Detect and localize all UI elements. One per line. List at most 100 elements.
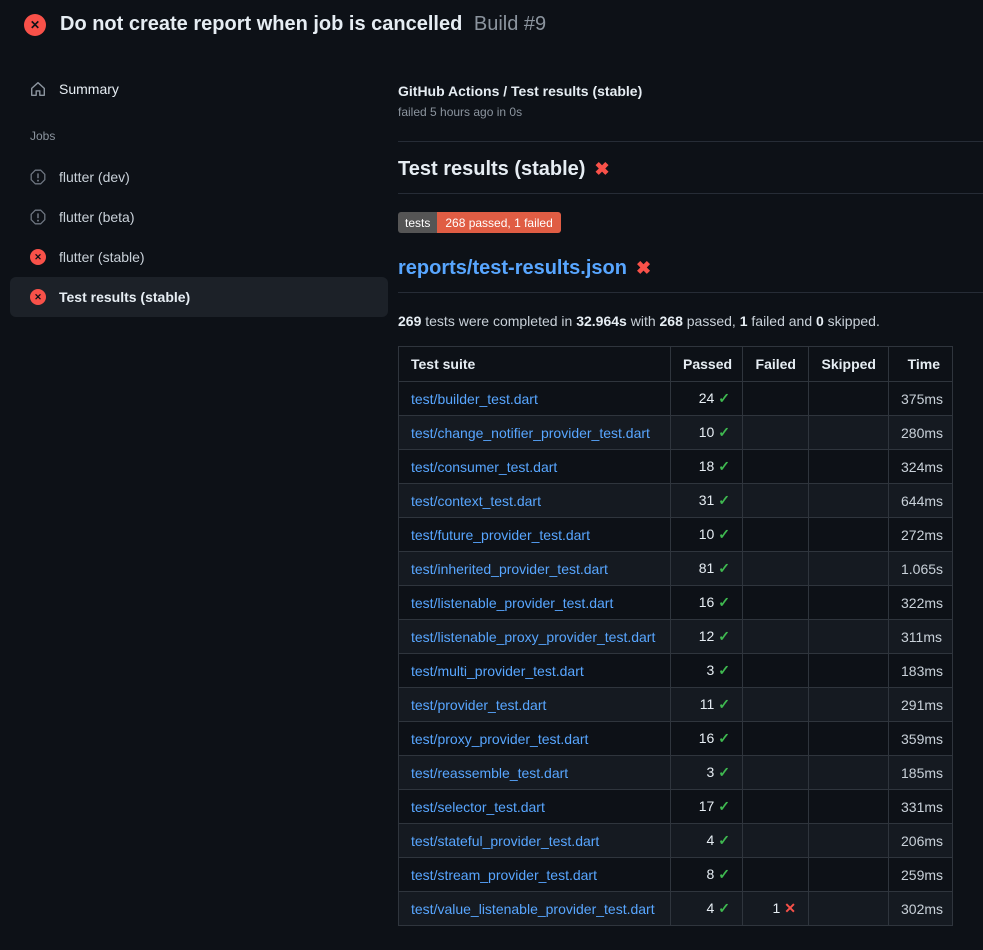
failed-cell xyxy=(743,858,809,892)
failed-cell xyxy=(743,722,809,756)
passed-count: 8 xyxy=(706,866,714,882)
test-suite-link[interactable]: test/selector_test.dart xyxy=(411,799,545,815)
passed-count: 3 xyxy=(706,764,714,780)
summary-segment: with xyxy=(627,313,660,329)
test-suite-link[interactable]: test/stream_provider_test.dart xyxy=(411,867,597,883)
test-suite-link[interactable]: test/stateful_provider_test.dart xyxy=(411,833,599,849)
passed-cell: 24✓ xyxy=(671,382,743,416)
table-row: test/listenable_provider_test.dart16✓322… xyxy=(399,586,953,620)
suite-cell: test/stateful_provider_test.dart xyxy=(399,824,671,858)
job-status-line: failed 5 hours ago in 0s xyxy=(398,105,983,119)
summary-segment: 269 xyxy=(398,313,421,329)
failed-cell xyxy=(743,552,809,586)
passed-count: 16 xyxy=(699,730,715,746)
suite-cell: test/inherited_provider_test.dart xyxy=(399,552,671,586)
passed-cell: 12✓ xyxy=(671,620,743,654)
test-suite-link[interactable]: test/listenable_provider_test.dart xyxy=(411,595,613,611)
test-suite-link[interactable]: test/inherited_provider_test.dart xyxy=(411,561,608,577)
check-icon: ✓ xyxy=(718,594,730,610)
job-main-panel: GitHub Actions / Test results (stable) f… xyxy=(398,49,983,926)
time-cell: 644ms xyxy=(889,484,953,518)
suite-cell: test/multi_provider_test.dart xyxy=(399,654,671,688)
skipped-cell xyxy=(809,790,889,824)
test-suite-link[interactable]: test/multi_provider_test.dart xyxy=(411,663,584,679)
summary-segment: skipped. xyxy=(824,313,880,329)
table-row: test/proxy_provider_test.dart16✓359ms xyxy=(399,722,953,756)
failed-cell xyxy=(743,416,809,450)
test-suite-link[interactable]: test/change_notifier_provider_test.dart xyxy=(411,425,650,441)
check-icon: ✓ xyxy=(718,458,730,474)
skipped-cell xyxy=(809,892,889,926)
table-row: test/context_test.dart 31✓ 644ms xyxy=(399,484,953,518)
column-header: Test suite xyxy=(399,347,671,382)
table-row: test/multi_provider_test.dart3✓183ms xyxy=(399,654,953,688)
skipped-cell xyxy=(809,450,889,484)
failed-cell xyxy=(743,654,809,688)
failed-cell xyxy=(743,382,809,416)
passed-count: 10 xyxy=(699,526,715,542)
test-suite-link[interactable]: test/listenable_proxy_provider_test.dart xyxy=(411,629,655,645)
test-suite-link[interactable]: test/builder_test.dart xyxy=(411,391,538,407)
test-suite-link[interactable]: test/context_test.dart xyxy=(411,493,541,509)
passed-cell: 31✓ xyxy=(671,484,743,518)
skipped-cell xyxy=(809,518,889,552)
column-header: Time xyxy=(889,347,953,382)
failed-icon: ✕ xyxy=(30,289,46,305)
build-number: Build #9 xyxy=(474,13,546,35)
table-row: test/consumer_test.dart18✓324ms xyxy=(399,450,953,484)
failed-cell xyxy=(743,756,809,790)
sidebar-item-label: Test results (stable) xyxy=(59,289,190,305)
failed-cross-icon: ✖ xyxy=(636,258,651,278)
failed-cell xyxy=(743,790,809,824)
check-icon: ✓ xyxy=(718,390,730,406)
check-icon: ✓ xyxy=(718,764,730,780)
passed-cell: 10✓ xyxy=(671,416,743,450)
test-suite-link[interactable]: test/value_listenable_provider_test.dart xyxy=(411,901,655,917)
home-icon xyxy=(30,81,46,97)
report-file-link[interactable]: reports/test-results.json xyxy=(398,257,627,279)
table-header-row: Test suitePassedFailedSkippedTime xyxy=(399,347,953,382)
sidebar-item-job[interactable]: flutter (dev) xyxy=(10,157,388,197)
passed-cell: 16✓ xyxy=(671,586,743,620)
report-title: reports/test-results.json ✖ xyxy=(398,257,983,293)
column-header: Passed xyxy=(671,347,743,382)
failed-cell xyxy=(743,450,809,484)
passed-count: 16 xyxy=(699,594,715,610)
failed-status-icon: ✕ xyxy=(24,14,46,36)
check-icon: ✓ xyxy=(718,628,730,644)
summary-segment: 0 xyxy=(816,313,824,329)
test-suite-link[interactable]: test/proxy_provider_test.dart xyxy=(411,731,588,747)
sidebar-item-job[interactable]: ✕flutter (stable) xyxy=(10,237,388,277)
time-cell: 272ms xyxy=(889,518,953,552)
table-row: test/selector_test.dart17✓331ms xyxy=(399,790,953,824)
passed-count: 17 xyxy=(699,798,715,814)
breadcrumb: GitHub Actions / Test results (stable) xyxy=(398,83,983,99)
suite-cell: test/listenable_proxy_provider_test.dart xyxy=(399,620,671,654)
sidebar-item-job[interactable]: ✕ Test results (stable) xyxy=(10,277,388,317)
failed-cell xyxy=(743,586,809,620)
check-icon: ✓ xyxy=(718,526,730,542)
time-cell: 375ms xyxy=(889,382,953,416)
passed-cell: 11✓ xyxy=(671,688,743,722)
cross-icon: ✕ xyxy=(784,900,796,916)
skipped-cell xyxy=(809,722,889,756)
tests-badge[interactable]: tests 268 passed, 1 failed xyxy=(398,212,561,233)
check-icon: ✓ xyxy=(718,730,730,746)
table-row: test/listenable_proxy_provider_test.dart… xyxy=(399,620,953,654)
sidebar-summary-label: Summary xyxy=(59,81,119,97)
test-suite-link[interactable]: test/reassemble_test.dart xyxy=(411,765,568,781)
time-cell: 291ms xyxy=(889,688,953,722)
time-cell: 324ms xyxy=(889,450,953,484)
suite-cell: test/context_test.dart xyxy=(399,484,671,518)
failed-cell xyxy=(743,518,809,552)
test-suite-link[interactable]: test/consumer_test.dart xyxy=(411,459,557,475)
failed-cell xyxy=(743,484,809,518)
test-suite-link[interactable]: test/future_provider_test.dart xyxy=(411,527,590,543)
passed-cell: 8✓ xyxy=(671,858,743,892)
sidebar-item-job[interactable]: flutter (beta) xyxy=(10,197,388,237)
passed-count: 3 xyxy=(706,662,714,678)
skipped-cell xyxy=(809,688,889,722)
table-row: test/inherited_provider_test.dart81✓1.06… xyxy=(399,552,953,586)
sidebar-item-summary[interactable]: Summary xyxy=(10,73,388,105)
test-suite-link[interactable]: test/provider_test.dart xyxy=(411,697,546,713)
